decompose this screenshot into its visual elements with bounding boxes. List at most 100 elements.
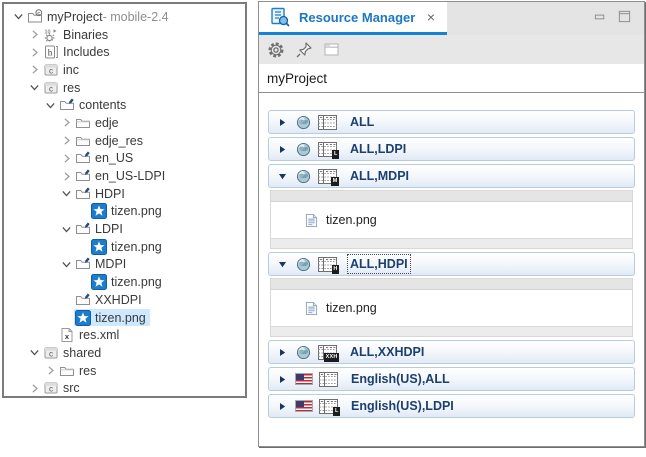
group-header-all-xxhdpi[interactable]: XXH ALL,XXHDPI [268, 340, 635, 364]
project-explorer-panel: cmyProject - mobile-2.410BinarieshInclud… [2, 2, 247, 398]
resolution-grid-icon: M [318, 169, 337, 184]
tree-item-src[interactable]: csrc [4, 379, 245, 397]
tree-item-hdpi[interactable]: HDPI [4, 185, 245, 203]
group-header-all-hdpi[interactable]: HALL,HDPI [268, 252, 635, 276]
tree-item-binaries[interactable]: 10Binaries [4, 26, 245, 44]
tree-item-edje-res[interactable]: edje_res [4, 132, 245, 150]
folder-mod-icon [58, 97, 75, 113]
resource-file-item[interactable]: tizen.png [305, 301, 377, 316]
tree-item-label: MDPI [95, 257, 126, 271]
chevron-right-icon[interactable] [58, 168, 74, 184]
settings-gear-icon[interactable] [266, 40, 286, 60]
group-header-all-mdpi[interactable]: MALL,MDPI [268, 164, 635, 188]
resolution-grid-icon: L [318, 142, 337, 157]
tree-item-label: inc [63, 63, 79, 77]
resource-group-list: ALL LALL,LDPI MALL,MDPI tizen.png HALL,HDPI t… [259, 93, 644, 446]
us-flag-icon [296, 401, 312, 411]
folder-mod-icon [74, 292, 91, 308]
tree-item-label: XXHDPI [95, 293, 142, 307]
maximize-icon[interactable] [617, 9, 632, 24]
chevron-right-icon[interactable] [42, 363, 58, 379]
group-content: tizen.png [270, 190, 633, 249]
triangle-right-icon[interactable] [277, 144, 287, 154]
tree-item-label: edje [95, 116, 119, 130]
dpi-badge: L [332, 150, 339, 159]
group-header-all[interactable]: ALL [268, 110, 635, 134]
svg-text:h: h [47, 48, 52, 58]
resource-group: ALL [268, 110, 635, 134]
tree-item-shared[interactable]: cshared [4, 344, 245, 362]
folder-mod-icon [74, 221, 91, 237]
chevron-right-icon[interactable] [26, 380, 42, 396]
chevron-down-icon[interactable] [58, 256, 74, 272]
pin-icon[interactable] [294, 40, 314, 60]
chevron-spacer [74, 203, 90, 219]
tree-item-myproject[interactable]: cmyProject - mobile-2.4 [4, 8, 245, 26]
tree-item-en-us[interactable]: en_US [4, 150, 245, 168]
triangle-down-icon[interactable] [277, 171, 287, 181]
project-config-suffix: - mobile-2.4 [103, 10, 169, 24]
file-doc-icon [305, 213, 318, 228]
tree-item-includes[interactable]: hIncludes [4, 43, 245, 61]
chevron-down-icon[interactable] [42, 97, 58, 113]
tree-item-edje[interactable]: edje [4, 114, 245, 132]
tizen-icon [74, 310, 91, 326]
tree-item-label: edje_res [95, 134, 143, 148]
svg-text:c: c [49, 385, 53, 394]
chevron-spacer [74, 274, 90, 290]
tree-item-mdpi[interactable]: MDPI [4, 256, 245, 274]
chevron-right-icon[interactable] [26, 27, 42, 43]
group-label: English(US),LDPI [351, 399, 454, 413]
resource-file-name: tizen.png [326, 213, 377, 227]
resource-file-item[interactable]: tizen.png [305, 213, 377, 228]
tree-item-en-us-ldpi[interactable]: en_US-LDPI [4, 167, 245, 185]
chevron-down-icon[interactable] [58, 186, 74, 202]
tree-item-inc[interactable]: cinc [4, 61, 245, 79]
chevron-right-icon[interactable] [26, 44, 42, 60]
chevron-right-icon[interactable] [58, 150, 74, 166]
includes-icon: h [42, 44, 59, 60]
tree-item-tizen-png[interactable]: tizen.png [4, 203, 245, 221]
resource-group: MALL,MDPI tizen.png [268, 164, 635, 249]
c-folder-icon: c [42, 80, 59, 96]
folder-mod-icon [74, 256, 91, 272]
chevron-down-icon[interactable] [26, 345, 42, 361]
triangle-down-icon[interactable] [277, 259, 287, 269]
tree-item-xxhdpi[interactable]: XXHDPI [4, 291, 245, 309]
tab-close-icon[interactable]: × [423, 8, 439, 26]
tree-item-tizen-png[interactable]: tizen.png [4, 238, 245, 256]
group-label: ALL,XXHDPI [350, 345, 424, 359]
group-header-english-us-all[interactable]: English(US),ALL [268, 367, 635, 391]
c-folder-icon: c [42, 62, 59, 78]
project-tree: cmyProject - mobile-2.410BinarieshInclud… [4, 8, 245, 397]
resolution-grid-icon: H [318, 257, 337, 272]
group-header-english-us-ldpi[interactable]: LEnglish(US),LDPI [268, 394, 635, 418]
globe-icon [296, 345, 311, 360]
chevron-right-icon[interactable] [58, 115, 74, 131]
triangle-right-icon[interactable] [277, 117, 287, 127]
chevron-right-icon[interactable] [58, 133, 74, 149]
chevron-right-icon[interactable] [26, 62, 42, 78]
chevron-down-icon[interactable] [10, 9, 26, 25]
triangle-right-icon[interactable] [277, 347, 287, 357]
folder-icon [74, 115, 91, 131]
tree-item-res[interactable]: cres [4, 79, 245, 97]
tree-item-res[interactable]: res [4, 362, 245, 380]
tree-item-res-xml[interactable]: xres.xml [4, 326, 245, 344]
dpi-badge: XXH [324, 353, 339, 362]
resource-manager-icon [270, 7, 290, 27]
tree-item-tizen-png[interactable]: tizen.png [4, 309, 245, 327]
tree-item-ldpi[interactable]: LDPI [4, 220, 245, 238]
group-file-list: tizen.png [271, 202, 632, 238]
tab-strip: Resource Manager × [259, 2, 644, 35]
globe-icon [296, 169, 311, 184]
triangle-right-icon[interactable] [277, 374, 287, 384]
minimize-icon[interactable] [593, 9, 608, 24]
triangle-right-icon[interactable] [277, 401, 287, 411]
tree-item-contents[interactable]: contents [4, 96, 245, 114]
chevron-down-icon[interactable] [58, 221, 74, 237]
group-header-all-ldpi[interactable]: LALL,LDPI [268, 137, 635, 161]
tab-resource-manager[interactable]: Resource Manager × [259, 2, 447, 35]
chevron-down-icon[interactable] [26, 80, 42, 96]
tree-item-tizen-png[interactable]: tizen.png [4, 273, 245, 291]
